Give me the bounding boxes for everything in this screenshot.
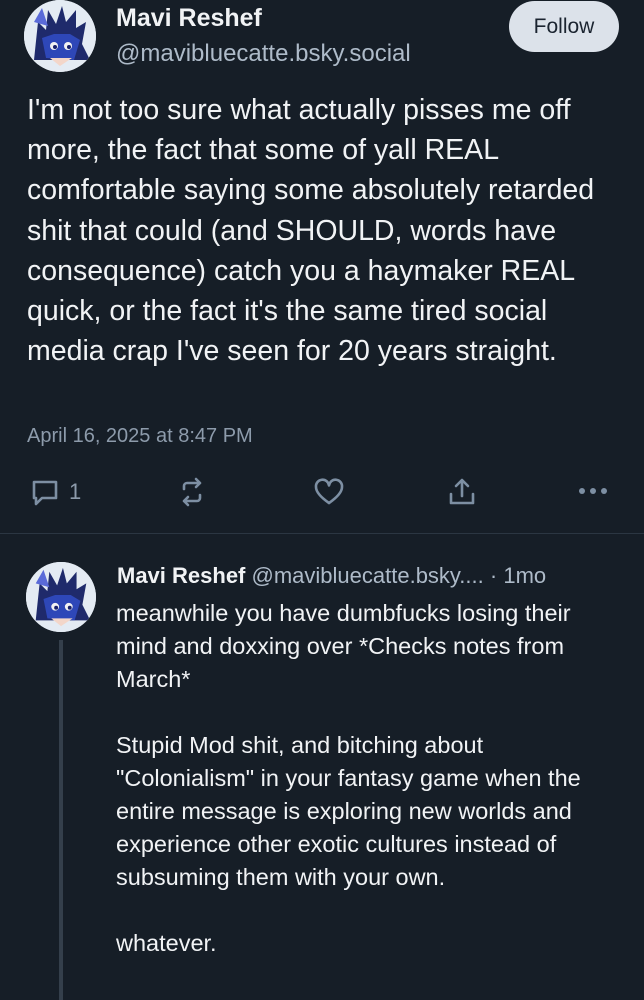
post-timestamp[interactable]: April 16, 2025 at 8:47 PM: [27, 425, 253, 448]
more-options-button[interactable]: [578, 486, 608, 496]
author-handle[interactable]: @mavibluecatte.bsky.social: [116, 40, 411, 68]
avatar-image: [24, 0, 96, 72]
author-name[interactable]: Mavi Reshef: [116, 4, 262, 33]
reply-header: Mavi Reshef @mavibluecatte.bsky.... · 1m…: [117, 563, 627, 589]
repost-button[interactable]: [176, 476, 208, 508]
reply-count: 1: [69, 479, 82, 504]
reply-icon: [32, 480, 58, 506]
share-button[interactable]: [446, 476, 478, 508]
reply-text: meanwhile you have dumbfucks losing thei…: [116, 597, 616, 993]
reply-paragraph: whatever.: [116, 930, 217, 956]
follow-button[interactable]: Follow: [509, 1, 619, 52]
reply-author-avatar[interactable]: [26, 562, 96, 632]
reply-button[interactable]: 1: [29, 476, 81, 508]
like-button[interactable]: [313, 476, 345, 508]
reply-author-handle[interactable]: @mavibluecatte.bsky....: [252, 563, 484, 588]
reply-author-name[interactable]: Mavi Reshef: [117, 563, 245, 588]
avatar-image: [26, 562, 96, 632]
post-thread-view: Mavi Reshef @mavibluecatte.bsky.social F…: [0, 0, 644, 1000]
reply-separator: ·: [483, 563, 504, 588]
share-icon: [449, 478, 475, 505]
heart-icon: [314, 478, 344, 505]
reply-timestamp[interactable]: 1mo: [503, 563, 546, 588]
more-icon: [579, 488, 607, 494]
author-avatar[interactable]: [24, 0, 96, 72]
reply-paragraph: meanwhile you have dumbfucks losing thei…: [116, 600, 571, 692]
reply-paragraph: Stupid Mod shit, and bitching about "Col…: [116, 732, 581, 890]
post-text: I'm not too sure what actually pisses me…: [27, 94, 595, 368]
post-action-bar: 1: [0, 468, 644, 516]
post-divider: [0, 533, 644, 534]
repost-icon: [182, 477, 202, 507]
thread-connector-line: [59, 640, 63, 1000]
